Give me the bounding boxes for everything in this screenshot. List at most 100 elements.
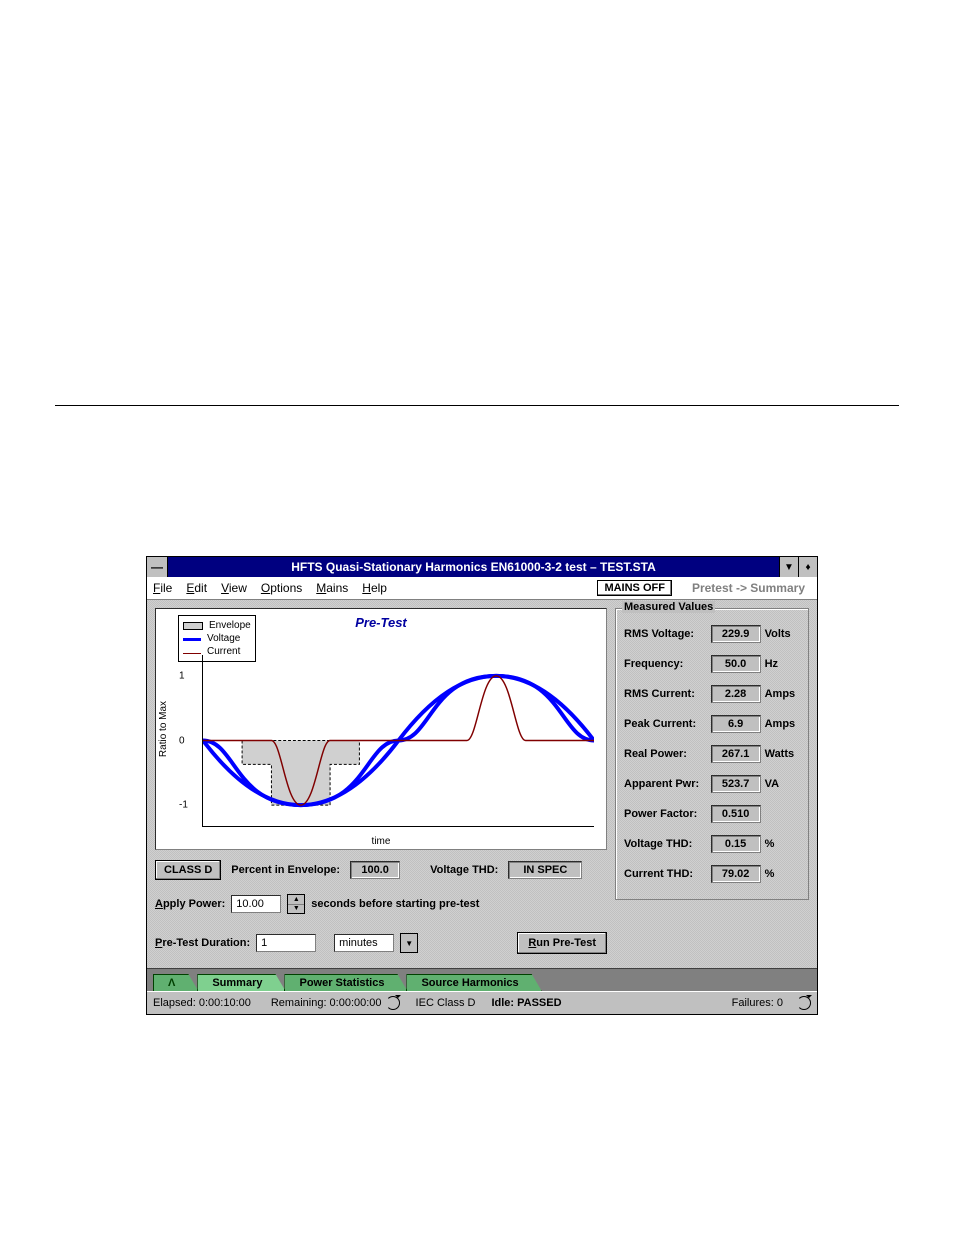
refresh-icon-2[interactable] [797, 996, 811, 1010]
window-title: HFTS Quasi-Stationary Harmonics EN61000-… [168, 557, 779, 577]
titlebar: — HFTS Quasi-Stationary Harmonics EN6100… [147, 557, 817, 577]
mv-row-rms-current: RMS Current: 2.28 Amps [624, 685, 800, 703]
controls-row-1: CLASS D Percent in Envelope: 100.0 Volta… [155, 860, 607, 880]
mv-label: Voltage THD: [624, 838, 707, 850]
chart-ylabel: Ratio to Max [158, 701, 169, 757]
status-idle: Idle: PASSED [491, 997, 561, 1009]
status-elapsed: Elapsed: 0:00:10:00 [153, 997, 251, 1009]
client-area: Envelope Voltage Current Pre-Test Ratio … [147, 600, 817, 968]
tab-source-harmonics[interactable]: Source Harmonics [406, 974, 541, 991]
system-menu-icon[interactable]: — [147, 557, 168, 577]
maximize-button[interactable]: ♦ [798, 557, 817, 577]
mv-label: Peak Current: [624, 718, 707, 730]
status-iec: IEC Class D [416, 997, 476, 1009]
mv-label: Apparent Pwr: [624, 778, 707, 790]
percent-envelope-label: Percent in Envelope: [231, 864, 340, 876]
menu-view[interactable]: View [221, 581, 247, 595]
legend-swatch-envelope [183, 622, 203, 630]
apply-power-suffix: seconds before starting pre-test [311, 898, 479, 910]
tab-lambda[interactable]: Λ [153, 974, 198, 991]
mv-unit: Watts [765, 748, 800, 760]
mv-unit: Amps [765, 688, 800, 700]
voltage-thd-value: IN SPEC [508, 861, 582, 879]
mv-label: Power Factor: [624, 808, 707, 820]
legend-swatch-current [183, 653, 201, 654]
menu-file[interactable]: File [153, 581, 172, 595]
mv-value: 523.7 [711, 775, 761, 793]
mv-label: RMS Voltage: [624, 628, 707, 640]
minimize-button[interactable]: ▼ [779, 557, 798, 577]
pretest-duration-input[interactable]: 1 [256, 934, 316, 952]
duration-unit-dropdown[interactable]: ▼ [400, 933, 418, 953]
pretest-duration-unit[interactable]: minutes [334, 934, 394, 952]
mv-unit: Hz [765, 658, 800, 670]
app-window: — HFTS Quasi-Stationary Harmonics EN6100… [146, 556, 818, 1015]
measured-values-title: Measured Values [622, 601, 715, 613]
mv-value: 0.510 [711, 805, 761, 823]
legend-label-envelope: Envelope [209, 619, 251, 632]
mv-value: 50.0 [711, 655, 761, 673]
pretest-duration-label: Pre-Test Duration: [155, 937, 250, 949]
mv-label: Frequency: [624, 658, 707, 670]
mv-unit: % [765, 868, 800, 880]
tabstrip: Λ Summary Power Statistics Source Harmon… [147, 968, 817, 991]
mv-row-peak-current: Peak Current: 6.9 Amps [624, 715, 800, 733]
apply-power-input[interactable]: 10.00 [231, 895, 281, 913]
mv-row-voltage-thd: Voltage THD: 0.15 % [624, 835, 800, 853]
chart-xlabel: time [372, 836, 391, 847]
breadcrumb: Pretest -> Summary [686, 581, 811, 595]
menu-help[interactable]: Help [362, 581, 387, 595]
mv-unit: % [765, 838, 800, 850]
legend-label-voltage: Voltage [207, 632, 240, 645]
controls-row-3: Pre-Test Duration: 1 minutes ▼ Run Pre-T… [155, 932, 607, 954]
percent-envelope-value: 100.0 [350, 861, 400, 879]
mv-unit: Amps [765, 718, 800, 730]
chart-svg [203, 655, 594, 826]
mains-off-button[interactable]: MAINS OFF [597, 580, 672, 596]
pretest-chart: Envelope Voltage Current Pre-Test Ratio … [155, 608, 607, 850]
legend-swatch-voltage [183, 638, 201, 641]
measured-values-group: Measured Values RMS Voltage: 229.9 Volts… [615, 608, 809, 900]
class-button[interactable]: CLASS D [155, 860, 221, 880]
mv-value: 0.15 [711, 835, 761, 853]
apply-power-label: Apply Power: [155, 898, 225, 910]
horizontal-rule [55, 405, 899, 406]
mv-label: RMS Current: [624, 688, 707, 700]
tab-summary[interactable]: Summary [197, 974, 285, 991]
plot-area: 1 0 -1 [202, 655, 594, 827]
mv-value: 229.9 [711, 625, 761, 643]
status-remaining: Remaining: 0:00:00:00 [271, 997, 382, 1009]
statusbar: Elapsed: 0:00:10:00 Remaining: 0:00:00:0… [147, 991, 817, 1014]
menu-edit[interactable]: Edit [186, 581, 207, 595]
mv-row-rms-voltage: RMS Voltage: 229.9 Volts [624, 625, 800, 643]
apply-power-spinner[interactable]: ▲▼ [287, 894, 305, 914]
refresh-icon[interactable] [386, 996, 400, 1010]
mv-row-real-power: Real Power: 267.1 Watts [624, 745, 800, 763]
current-trace [203, 676, 594, 805]
mv-row-apparent-power: Apparent Pwr: 523.7 VA [624, 775, 800, 793]
mv-row-power-factor: Power Factor: 0.510 [624, 805, 800, 823]
mv-unit: VA [765, 778, 800, 790]
mv-row-frequency: Frequency: 50.0 Hz [624, 655, 800, 673]
mv-label: Current THD: [624, 868, 707, 880]
mv-value: 6.9 [711, 715, 761, 733]
menu-options[interactable]: Options [261, 581, 302, 595]
menu-mains[interactable]: Mains [316, 581, 348, 595]
voltage-thd-label: Voltage THD: [430, 864, 498, 876]
spinner-up-icon[interactable]: ▲ [288, 895, 304, 905]
ytick-1: 1 [179, 670, 185, 681]
ytick-0: 0 [179, 735, 185, 746]
mv-unit: Volts [765, 628, 800, 640]
left-pane: Envelope Voltage Current Pre-Test Ratio … [155, 608, 607, 960]
ytick-m1: -1 [179, 800, 188, 811]
right-pane: Measured Values RMS Voltage: 229.9 Volts… [615, 608, 809, 960]
mv-value: 2.28 [711, 685, 761, 703]
tab-power-statistics[interactable]: Power Statistics [284, 974, 407, 991]
controls-row-2: Apply Power: 10.00 ▲▼ seconds before sta… [155, 894, 607, 914]
menubar: File Edit View Options Mains Help MAINS … [147, 577, 817, 600]
run-pretest-button[interactable]: Run Pre-Test [517, 932, 607, 954]
spinner-down-icon[interactable]: ▼ [288, 905, 304, 914]
mv-value: 267.1 [711, 745, 761, 763]
mv-row-current-thd: Current THD: 79.02 % [624, 865, 800, 883]
mv-label: Real Power: [624, 748, 707, 760]
